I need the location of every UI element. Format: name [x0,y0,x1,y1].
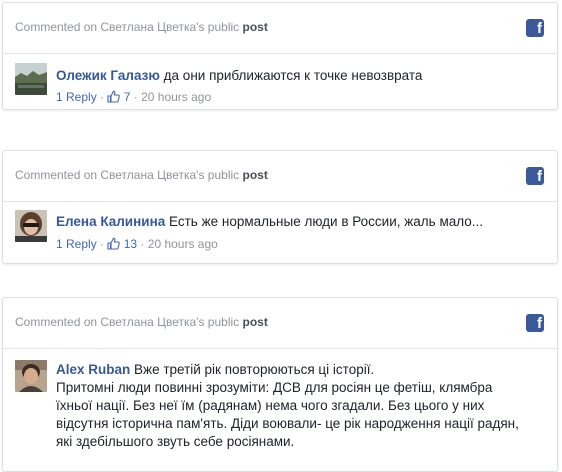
activity-context: Commented on Светлана Цветка's public po… [15,315,268,329]
context-text: Commented on Светлана Цветка's public [15,168,240,182]
activity-card: Commented on Светлана Цветка's public po… [2,297,558,472]
reply-link[interactable]: 1 Reply [56,90,97,104]
activity-context: Commented on Светлана Цветка's public po… [15,168,268,182]
comment-body: Елена Калинина Есть же нормальные люди в… [56,213,545,231]
comment-text: да они приближаются к точке невозврата [163,68,423,83]
activity-card: Commented on Светлана Цветка's public po… [2,2,558,110]
avatar[interactable] [15,210,47,242]
like-count[interactable]: 7 [124,90,131,104]
comment-body: Alex Ruban Вже третій рік повторюються ц… [56,361,545,451]
activity-context: Commented on Светлана Цветка's public po… [15,20,268,34]
comment-meta: 1 Reply · 13 · 20 hours ago [56,237,218,253]
thumbs-up-icon[interactable] [107,237,121,253]
post-link[interactable]: post [243,315,268,329]
activity-card: Commented on Светлана Цветка's public po… [2,150,558,264]
timestamp[interactable]: 20 hours ago [148,237,218,251]
comment-author[interactable]: Олежик Галазю [56,68,160,83]
like-count[interactable]: 13 [124,237,137,251]
context-text: Commented on Светлана Цветка's public [15,315,240,329]
timestamp[interactable]: 20 hours ago [141,90,211,104]
avatar[interactable] [15,63,47,95]
comment-text-line: відсутня історична пам'ять. Діди воювали… [56,416,519,431]
post-link[interactable]: post [243,168,268,182]
card-header: Commented on Светлана Цветка's public po… [3,298,557,349]
comment-author[interactable]: Alex Ruban [56,362,130,377]
comment-text-line: Вже третій рік повторюються ці історії. [134,362,375,377]
facebook-icon[interactable]: f [526,167,544,185]
comment-meta: 1 Reply · 7 · 20 hours ago [56,90,212,106]
comment-text-line: Притомні люди повинні зрозуміти: ДСВ для… [56,380,493,395]
thumbs-up-icon[interactable] [107,90,121,106]
reply-link[interactable]: 1 Reply [56,237,97,251]
card-header: Commented on Светлана Цветка's public po… [3,151,557,202]
card-header: Commented on Светлана Цветка's public po… [3,3,557,54]
comment-text: Есть же нормальные люди в России, жаль м… [169,214,484,229]
context-text: Commented on Светлана Цветка's public [15,20,240,34]
comment-body: Олежик Галазю да они приближаются к точк… [56,67,545,85]
facebook-icon[interactable]: f [526,19,544,37]
comment-text-line: їхньої нації. Без неї їм (радянам) нема … [56,398,485,413]
comment-author[interactable]: Елена Калинина [56,214,165,229]
post-link[interactable]: post [243,20,268,34]
comment-text-line: які здебільшого звуть себе росіянами. [56,434,295,449]
avatar[interactable] [15,360,47,392]
facebook-icon[interactable]: f [526,314,544,332]
